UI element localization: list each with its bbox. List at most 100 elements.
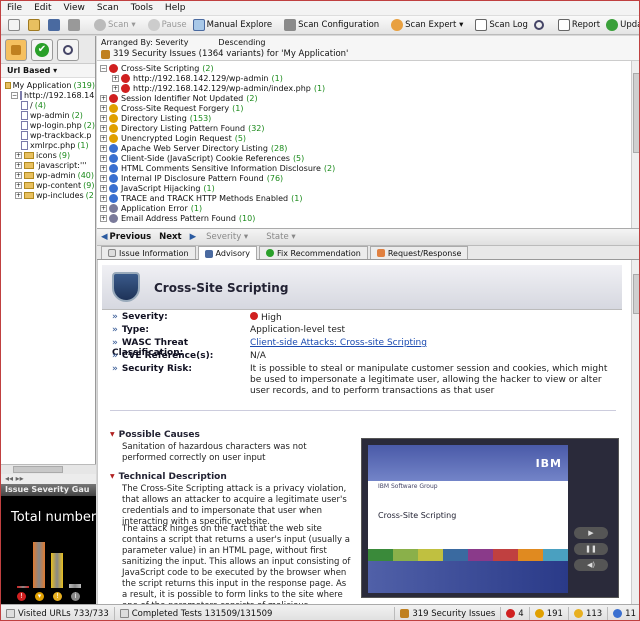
vertical-scrollbar[interactable] (631, 61, 639, 228)
issue-count: (5) (234, 133, 247, 143)
issue-type-row[interactable]: + HTML Comments Sensitive Information Dis… (100, 163, 639, 173)
advisory-scrollbar[interactable] (631, 260, 639, 604)
expand-toggle[interactable]: + (100, 114, 107, 122)
scan-log-button[interactable]: Scan Log (472, 17, 531, 33)
tree-item[interactable]: + 'javascript:''' (1, 160, 95, 170)
severity-dropdown[interactable]: Severity ▾ (206, 232, 248, 242)
url-based-dropdown[interactable]: Url Based ▾ (1, 64, 95, 78)
issue-type-row[interactable]: + TRACE and TRACK HTTP Methods Enabled (1) (100, 193, 639, 203)
issue-type-row[interactable]: + Directory Listing Pattern Found (32) (100, 123, 639, 133)
field-label: Type: (112, 325, 250, 336)
expand-toggle[interactable]: + (100, 134, 107, 142)
menu-file[interactable]: File (7, 3, 22, 13)
expand-toggle[interactable]: + (112, 74, 119, 82)
pause-button[interactable]: ❚❚ (574, 543, 608, 555)
manual-explore-button[interactable]: Manual Explore (190, 17, 276, 33)
technical-description-heading[interactable]: Technical Description (110, 472, 227, 482)
tree-item[interactable]: − http://192.168.142 (1, 90, 95, 100)
expand-toggle[interactable]: + (15, 171, 22, 179)
security-issues-view-button[interactable] (5, 38, 27, 61)
save-button[interactable] (45, 17, 65, 33)
expand-toggle[interactable]: + (112, 84, 119, 92)
menu-view[interactable]: View (64, 3, 85, 13)
expand-toggle[interactable]: + (100, 194, 107, 202)
arranged-by-label[interactable]: Arranged By: Severity (101, 38, 188, 47)
tree-item[interactable]: + wp-includes (2 (1, 190, 95, 200)
horizontal-scrollbar[interactable] (1, 464, 96, 474)
new-button[interactable] (5, 17, 25, 33)
menu-edit[interactable]: Edit (34, 3, 51, 13)
tree-item[interactable]: wp-login.php (2) (1, 120, 95, 130)
expand-toggle[interactable]: + (15, 151, 22, 159)
expand-toggle[interactable]: + (100, 104, 107, 112)
remediation-view-button[interactable]: ✔ (31, 38, 53, 61)
wasc-link[interactable]: Client-side Attacks: Cross-site Scriptin… (250, 338, 427, 348)
issue-type-row[interactable]: + Apache Web Server Directory Listing (28) (100, 143, 639, 153)
next-button[interactable]: Next (159, 232, 181, 242)
tree-item[interactable]: wp-admin (2) (1, 110, 95, 120)
scan-expert-button[interactable]: Scan Expert ▾ (388, 17, 466, 33)
state-dropdown[interactable]: State ▾ (266, 232, 295, 242)
open-button[interactable] (25, 17, 45, 33)
issue-type-row[interactable]: + Internal IP Disclosure Pattern Found (76… (100, 173, 639, 183)
issue-type-row[interactable]: − Cross-Site Scripting (2) (100, 63, 639, 73)
application-data-view-button[interactable] (57, 38, 79, 61)
scrollbar-thumb[interactable] (13, 466, 63, 473)
pane-splitter[interactable]: ◂◂ ▸▸ (1, 474, 96, 484)
volume-button[interactable]: ◀) (574, 559, 608, 571)
issue-type-row[interactable]: + Session Identifier Not Updated (2) (100, 93, 639, 103)
tree-item[interactable]: + icons (9) (1, 150, 95, 160)
play-button[interactable]: ▶ (574, 527, 608, 539)
expand-toggle[interactable]: + (100, 174, 107, 182)
issue-type-row[interactable]: + Directory Listing (153) (100, 113, 639, 123)
issue-type-row[interactable]: + Application Error (1) (100, 203, 639, 213)
expand-toggle[interactable]: + (100, 184, 107, 192)
menu-help[interactable]: Help (165, 3, 186, 13)
expand-toggle[interactable]: + (100, 124, 107, 132)
scan-configuration-button[interactable]: Scan Configuration (281, 17, 382, 33)
issue-label: Unencrypted Login Request (121, 133, 232, 143)
report-button[interactable]: Report (555, 17, 603, 33)
menu-tools[interactable]: Tools (131, 3, 153, 13)
tree-item[interactable]: + wp-content (9) (1, 180, 95, 190)
tree-item[interactable]: xmlrpc.php (1) (1, 140, 95, 150)
expand-toggle[interactable]: + (15, 181, 22, 189)
update-button[interactable]: Update (603, 17, 639, 33)
tab-fix-recommendation[interactable]: Fix Recommendation (259, 246, 368, 259)
issue-type-row[interactable]: + Email Address Pattern Found (10) (100, 213, 639, 223)
pause-button[interactable]: Pause (145, 17, 190, 33)
print-button[interactable] (65, 17, 85, 33)
issue-type-row[interactable]: + Client-Side (JavaScript) Cookie Referen… (100, 153, 639, 163)
scan-button[interactable]: Scan ▾ (91, 17, 139, 33)
tab-issue-information[interactable]: Issue Information (101, 246, 196, 259)
menu-scan[interactable]: Scan (97, 3, 119, 13)
scrollbar-thumb[interactable] (633, 73, 639, 153)
tree-item[interactable]: wp-trackback.p (1, 130, 95, 140)
issue-url-row[interactable]: + http://192.168.142.129/wp-admin/index.p… (100, 83, 639, 93)
tree-item[interactable]: / (4) (1, 100, 95, 110)
expand-toggle[interactable]: + (100, 94, 107, 102)
expand-toggle[interactable]: + (100, 164, 107, 172)
previous-button[interactable]: Previous (110, 232, 152, 242)
sort-order[interactable]: Descending (218, 38, 265, 47)
tree-item[interactable]: + wp-admin (40) (1, 170, 95, 180)
issue-url-row[interactable]: + http://192.168.142.129/wp-admin (1) (100, 73, 639, 83)
expand-toggle[interactable]: + (15, 161, 22, 169)
issue-type-row[interactable]: + Cross-Site Request Forgery (1) (100, 103, 639, 113)
scrollbar-thumb[interactable] (633, 274, 639, 314)
issue-type-row[interactable]: + JavaScript Hijacking (1) (100, 183, 639, 193)
expand-toggle[interactable]: + (100, 144, 107, 152)
video-thumbnail[interactable]: IBM IBM Software Group Cross-Site Script… (361, 438, 619, 598)
expand-toggle[interactable]: − (100, 64, 107, 72)
expand-toggle[interactable]: + (100, 204, 107, 212)
tree-item[interactable]: My Application (319) (1, 80, 95, 90)
search-button[interactable] (531, 17, 549, 33)
possible-causes-heading[interactable]: Possible Causes (110, 430, 200, 440)
tab-advisory[interactable]: Advisory (197, 246, 257, 260)
issue-type-row[interactable]: + Unencrypted Login Request (5) (100, 133, 639, 143)
expand-toggle[interactable]: + (100, 214, 107, 222)
expand-toggle[interactable]: − (11, 91, 18, 99)
expand-toggle[interactable]: + (100, 154, 107, 162)
tab-request-response[interactable]: Request/Response (369, 246, 469, 259)
expand-toggle[interactable]: + (15, 191, 22, 199)
